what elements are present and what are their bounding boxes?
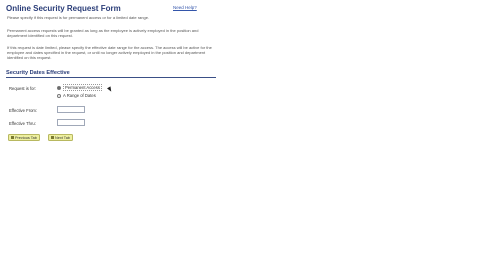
section-title: Security Dates Effective xyxy=(6,70,70,76)
intro-paragraph-2: Permanent access requests will be grante… xyxy=(7,28,199,39)
page-title: Online Security Request Form xyxy=(6,4,121,13)
intro-paragraph-1: Please specify if this request is for pe… xyxy=(7,15,150,20)
radio-button-selected[interactable] xyxy=(57,85,61,90)
request-type-label: Request is for: xyxy=(9,86,36,91)
next-tab-button[interactable]: Next Tab xyxy=(48,134,73,141)
next-arrow-icon xyxy=(51,136,54,139)
previous-tab-label: Previous Tab xyxy=(15,135,37,140)
previous-arrow-icon xyxy=(11,136,14,139)
effective-thru-label: Effective Thru: xyxy=(9,121,36,126)
mouse-cursor-icon xyxy=(107,86,113,93)
radio-label-range[interactable]: A Range of Dates xyxy=(63,93,96,98)
intro-paragraph-3: If this request is date limited, please … xyxy=(7,45,212,61)
previous-tab-button[interactable]: Previous Tab xyxy=(8,134,40,141)
effective-from-label: Effective From: xyxy=(9,108,38,113)
effective-from-input[interactable] xyxy=(57,106,85,113)
effective-thru-input[interactable] xyxy=(57,119,85,126)
radio-range-of-dates[interactable]: A Range of Dates xyxy=(57,93,96,98)
radio-button[interactable] xyxy=(57,93,61,98)
need-help-link[interactable]: Need Help? xyxy=(173,5,197,10)
radio-permanent-access[interactable]: Permanent Access xyxy=(57,84,102,91)
radio-label-permanent[interactable]: Permanent Access xyxy=(63,84,102,91)
section-divider xyxy=(6,77,216,78)
next-tab-label: Next Tab xyxy=(55,135,70,140)
